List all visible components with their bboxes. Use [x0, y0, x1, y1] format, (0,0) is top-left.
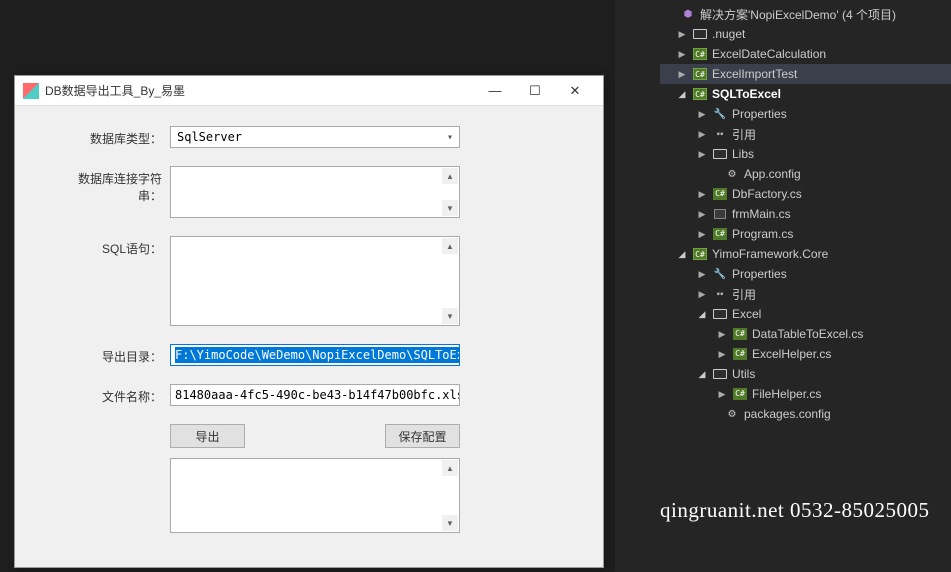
solution-explorer: ▶ ⬢ 解决方案'NopiExcelDemo' (4 个项目) ▶ .nuget…: [615, 0, 951, 572]
config-icon: ⚙: [724, 167, 740, 181]
csharp-file-icon: C#: [713, 228, 727, 240]
conn-str-label: 数据库连接字符串：: [55, 166, 170, 204]
scroll-down-icon[interactable]: ▼: [442, 515, 458, 531]
tree-item-filehelper[interactable]: ▶C# FileHelper.cs: [660, 384, 951, 404]
export-dir-value: F:\YimoCode\WeDemo\NopiExcelDemo\SQLToEx…: [175, 347, 460, 363]
tree-item-dbfactory[interactable]: ▶C# DbFactory.cs: [660, 184, 951, 204]
log-output[interactable]: ▲ ▼: [170, 458, 460, 533]
watermark-text: qingruanit.net 0532-85025005: [660, 498, 929, 523]
db-type-dropdown[interactable]: SqlServer ▾: [170, 126, 460, 148]
export-dir-label: 导出目录：: [55, 344, 170, 365]
export-button[interactable]: 导出: [170, 424, 245, 448]
db-export-dialog: DB数据导出工具_By_易墨 — ☐ ✕ 数据库类型： SqlServer ▾ …: [14, 75, 604, 568]
csharp-file-icon: C#: [713, 188, 727, 200]
folder-icon: [713, 149, 727, 159]
minimize-button[interactable]: —: [475, 77, 515, 105]
chevron-down-icon: ▾: [447, 132, 453, 143]
form-icon: [714, 209, 726, 219]
csharp-file-icon: C#: [733, 388, 747, 400]
config-icon: ⚙: [724, 407, 740, 421]
references-icon: ▪▪: [712, 127, 728, 141]
close-button[interactable]: ✕: [555, 77, 595, 105]
export-dir-input[interactable]: F:\YimoCode\WeDemo\NopiExcelDemo\SQLToEx…: [170, 344, 460, 366]
file-name-value: 81480aaa-4fc5-490c-be43-b14f47b00bfc.xls: [175, 388, 460, 402]
solution-root[interactable]: ▶ ⬢ 解决方案'NopiExcelDemo' (4 个项目): [660, 4, 951, 24]
tree-item-utils-folder[interactable]: ◢ Utils: [660, 364, 951, 384]
csharp-file-icon: C#: [733, 348, 747, 360]
tree-item-references[interactable]: ▶▪▪ 引用: [660, 124, 951, 144]
tree-item-excelimporttest[interactable]: ▶C# ExcelImportTest: [660, 64, 951, 84]
wrench-icon: 🔧: [712, 267, 728, 281]
tree-item-frmmain[interactable]: ▶ frmMain.cs: [660, 204, 951, 224]
db-type-value: SqlServer: [177, 130, 242, 144]
titlebar[interactable]: DB数据导出工具_By_易墨 — ☐ ✕: [15, 76, 603, 106]
tree-item-sqltoexcel[interactable]: ◢C# SQLToExcel: [660, 84, 951, 104]
csharp-project-icon: C#: [693, 68, 707, 80]
tree-item-appconfig[interactable]: ▶⚙ App.config: [660, 164, 951, 184]
tree-item-properties[interactable]: ▶🔧 Properties: [660, 104, 951, 124]
scroll-up-icon[interactable]: ▲: [442, 238, 458, 254]
csharp-project-icon: C#: [693, 88, 707, 100]
folder-icon: [693, 29, 707, 39]
wrench-icon: 🔧: [712, 107, 728, 121]
folder-icon: [713, 369, 727, 379]
solution-label: 解决方案'NopiExcelDemo' (4 个项目): [700, 6, 896, 23]
solution-icon: ⬢: [680, 7, 696, 21]
app-icon: [23, 83, 39, 99]
sql-input[interactable]: ▲ ▼: [170, 236, 460, 326]
maximize-button[interactable]: ☐: [515, 77, 555, 105]
tree-item-datatabletoexcel[interactable]: ▶C# DataTableToExcel.cs: [660, 324, 951, 344]
tree-item-program[interactable]: ▶C# Program.cs: [660, 224, 951, 244]
scroll-down-icon[interactable]: ▼: [442, 308, 458, 324]
tree-item-references2[interactable]: ▶▪▪ 引用: [660, 284, 951, 304]
window-title: DB数据导出工具_By_易墨: [45, 82, 475, 99]
tree-item-properties2[interactable]: ▶🔧 Properties: [660, 264, 951, 284]
tree-item-packagesconfig[interactable]: ▶⚙ packages.config: [660, 404, 951, 424]
csharp-project-icon: C#: [693, 248, 707, 260]
tree-item-nuget[interactable]: ▶ .nuget: [660, 24, 951, 44]
tree-item-libs[interactable]: ▶ Libs: [660, 144, 951, 164]
tree-item-exceldatecalc[interactable]: ▶C# ExcelDateCalculation: [660, 44, 951, 64]
references-icon: ▪▪: [712, 287, 728, 301]
conn-str-input[interactable]: ▲ ▼: [170, 166, 460, 218]
file-name-label: 文件名称：: [55, 384, 170, 405]
tree-item-excel-folder[interactable]: ◢ Excel: [660, 304, 951, 324]
scroll-up-icon[interactable]: ▲: [442, 168, 458, 184]
save-config-button[interactable]: 保存配置: [385, 424, 460, 448]
csharp-file-icon: C#: [733, 328, 747, 340]
scroll-up-icon[interactable]: ▲: [442, 460, 458, 476]
csharp-project-icon: C#: [693, 48, 707, 60]
sql-label: SQL语句：: [55, 236, 170, 257]
file-name-input[interactable]: 81480aaa-4fc5-490c-be43-b14f47b00bfc.xls: [170, 384, 460, 406]
tree-item-yimocore[interactable]: ◢C# YimoFramework.Core: [660, 244, 951, 264]
folder-icon: [713, 309, 727, 319]
db-type-label: 数据库类型：: [55, 126, 170, 147]
scroll-down-icon[interactable]: ▼: [442, 200, 458, 216]
tree-item-excelhelper[interactable]: ▶C# ExcelHelper.cs: [660, 344, 951, 364]
